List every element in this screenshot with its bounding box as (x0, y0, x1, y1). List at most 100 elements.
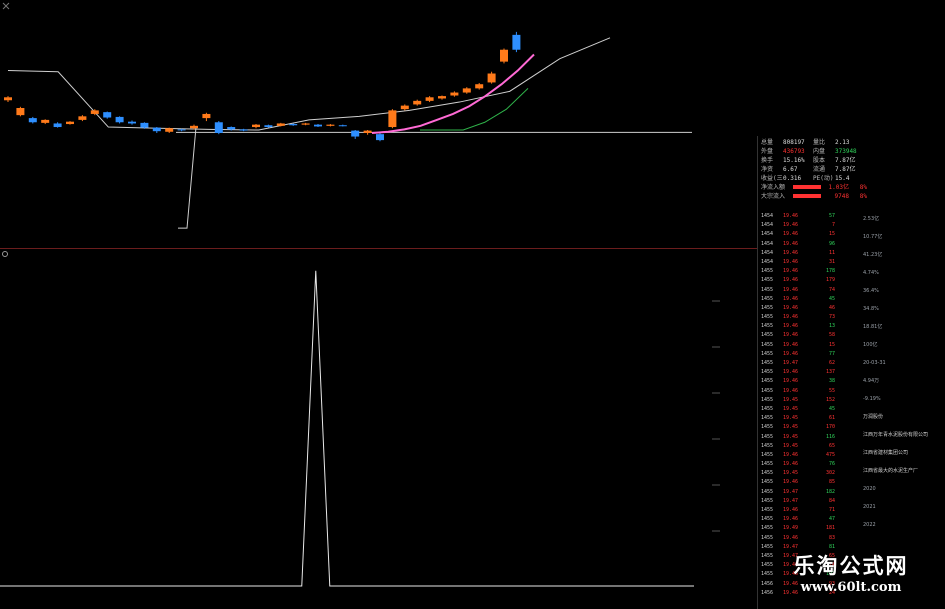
candle-body (388, 110, 397, 128)
trade-price: 19.46 (783, 314, 799, 321)
close-icon[interactable] (1, 1, 11, 11)
indicator-spike-line (0, 270, 694, 587)
trade-price: 19.46 (783, 369, 799, 376)
trade-row[interactable]: 1455 19.45 61 (761, 414, 845, 423)
trade-row[interactable]: 1455 19.45 152 (761, 396, 845, 405)
trade-row[interactable]: 1455 19.49 181 (761, 524, 845, 533)
trade-price: 19.46 (783, 295, 799, 302)
trade-row[interactable]: 1455 19.46 74 (761, 286, 845, 295)
trade-volume: 76 (828, 461, 835, 468)
quote-cell: 外盘 (761, 148, 774, 155)
trade-row[interactable]: 1455 19.46 58 (761, 331, 845, 340)
trade-row[interactable]: 1455 19.45 302 (761, 469, 845, 478)
trade-time: 1455 (761, 360, 774, 366)
trade-row[interactable]: 1455 19.46 47 (761, 515, 845, 524)
trade-list[interactable]: 1454 19.46 57 1454 19.46 7 1454 19.46 15 1454 19.4… (761, 212, 845, 600)
trade-row[interactable]: 1455 19.46 46 (761, 304, 845, 313)
trade-row[interactable]: 1455 19.46 475 (761, 451, 845, 460)
trade-row[interactable]: 1455 19.47 81 (761, 543, 845, 552)
trade-row[interactable]: 1455 19.46 178 (761, 267, 845, 276)
trade-time: 1455 (761, 295, 774, 302)
quote-cell: 净资 (761, 166, 774, 173)
flow-pct: 8% (859, 193, 867, 200)
trade-time: 1454 (761, 222, 774, 229)
trade-row[interactable]: 1455 19.46 85 (761, 478, 845, 487)
candle-body (276, 123, 285, 126)
trade-volume: 45 (828, 295, 835, 302)
trade-time: 1455 (761, 378, 774, 385)
trade-time: 1455 (761, 286, 774, 293)
trade-row[interactable]: 1455 19.47 84 (761, 497, 845, 506)
trade-row[interactable]: 1455 19.46 83 (761, 534, 845, 543)
trade-volume: 85 (828, 479, 835, 486)
trade-row[interactable]: 1454 19.46 11 (761, 249, 845, 258)
trade-price: 19.46 (783, 341, 799, 348)
trade-row[interactable]: 1455 19.46 73 (761, 313, 845, 322)
trade-price: 19.46 (783, 286, 799, 293)
trade-row[interactable]: 1455 19.45 170 (761, 423, 845, 432)
trade-time: 1454 (761, 249, 774, 256)
trade-row[interactable]: 1455 19.46 71 (761, 506, 845, 515)
trade-price: 19.46 (783, 516, 799, 523)
trade-volume: 38 (828, 378, 835, 385)
brand-title: 乐淘公式网 (793, 553, 909, 578)
indicator-chart[interactable] (0, 249, 757, 597)
trade-price: 19.46 (783, 387, 799, 394)
quote-cell: 股本 (813, 157, 826, 164)
trade-row[interactable]: 1455 19.45 116 (761, 433, 845, 442)
trade-time: 1455 (761, 488, 774, 495)
candlestick-chart[interactable] (0, 12, 757, 248)
brand-watermark: 乐淘公式网 www.60lt.com (766, 553, 936, 605)
trade-row[interactable]: 1454 19.46 31 (761, 258, 845, 267)
trade-volume: 55 (828, 387, 835, 394)
info-line: 2020 (863, 486, 876, 492)
trade-price: 19.45 (783, 424, 799, 431)
trade-price: 19.46 (783, 258, 799, 265)
quote-cell: 2.13 (835, 139, 850, 146)
trade-price: 19.46 (783, 479, 799, 486)
trade-price: 19.46 (783, 240, 799, 247)
candle-body (90, 110, 99, 114)
quote-cell: 收益(三) (761, 175, 783, 182)
trade-row[interactable]: 1455 19.46 137 (761, 368, 845, 377)
candle-body (376, 134, 384, 141)
candle-body (4, 97, 12, 101)
trade-row[interactable]: 1455 19.47 62 (761, 359, 845, 368)
trade-row[interactable]: 1455 19.46 55 (761, 387, 845, 396)
candle-body (103, 112, 112, 118)
trade-row[interactable]: 1454 19.46 15 (761, 230, 845, 239)
candle-body (252, 124, 260, 128)
trade-row[interactable]: 1455 19.46 76 (761, 460, 845, 469)
trade-time: 1455 (761, 479, 774, 486)
trade-row[interactable]: 1455 19.46 13 (761, 322, 845, 331)
trade-row[interactable]: 1455 19.45 45 (761, 405, 845, 414)
green-ma-line (420, 88, 529, 131)
trade-row[interactable]: 1455 19.46 77 (761, 350, 845, 359)
trade-volume: 178 (825, 268, 835, 275)
trade-time: 1455 (761, 470, 774, 477)
brand-url: www.60lt.com (800, 580, 902, 595)
trade-row[interactable]: 1454 19.46 7 (761, 221, 845, 230)
trade-row[interactable]: 1455 19.46 38 (761, 377, 845, 386)
trade-time: 1455 (761, 387, 774, 394)
trade-row[interactable]: 1455 19.46 179 (761, 276, 845, 285)
trade-price: 19.47 (783, 360, 799, 366)
trade-row[interactable]: 1454 19.46 96 (761, 240, 845, 249)
candle-body (400, 105, 409, 110)
info-line: 2.53亿 (863, 216, 880, 222)
candle-body (66, 121, 74, 125)
trade-row[interactable]: 1455 19.47 182 (761, 488, 845, 497)
info-panel: 2.53亿 10.77亿 41.23亿 4.74% 36.4% 34.8% 18.81亿 10… (863, 210, 945, 550)
quote-cell: 373948 (835, 148, 857, 155)
flow-label: 大宗流入 (761, 193, 786, 200)
info-line: 江西万年青水泥股份有限公司 (863, 432, 929, 438)
trade-row[interactable]: 1455 19.45 65 (761, 442, 845, 451)
trade-volume: 45 (828, 405, 835, 412)
trade-volume: 181 (825, 525, 835, 532)
trade-row[interactable]: 1454 19.46 57 (761, 212, 845, 221)
trade-price: 19.47 (783, 497, 799, 504)
trade-price: 19.45 (783, 470, 799, 477)
trade-row[interactable]: 1455 19.46 15 (761, 341, 845, 350)
candle-body (363, 130, 372, 133)
trade-row[interactable]: 1455 19.46 45 (761, 295, 845, 304)
